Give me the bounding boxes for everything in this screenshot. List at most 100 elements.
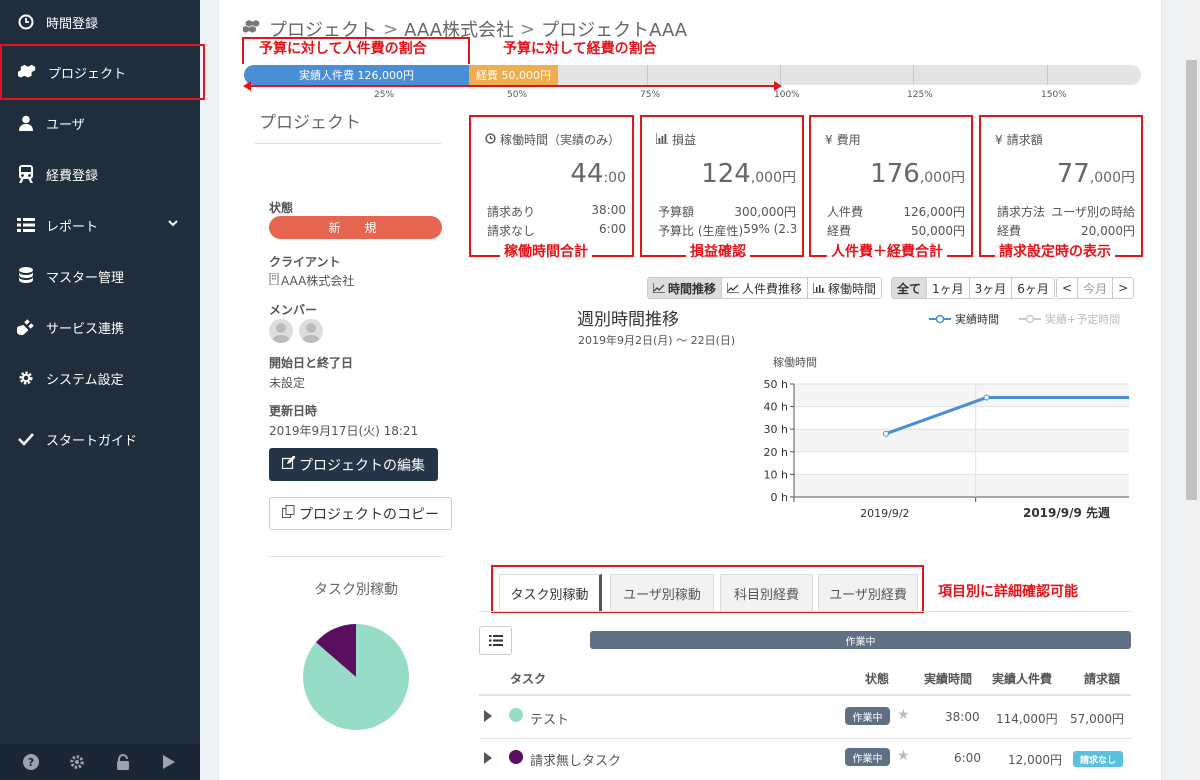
view-labor-trend-button[interactable]: 人件費推移 — [721, 278, 807, 298]
card-row: 経費 50,000円 — [827, 224, 965, 238]
sidebar-item-master[interactable]: マスター管理 — [0, 251, 200, 301]
data-point — [883, 430, 889, 437]
grid-band — [794, 474, 1129, 497]
annotation-profit-check: 損益確認 — [686, 241, 750, 261]
sidebar-item-start-guide[interactable]: スタートガイド — [0, 414, 200, 464]
card-value: 44:00 — [570, 159, 626, 189]
column-header[interactable]: 実績人件費 — [992, 670, 1052, 687]
task-hours: 6:00 — [954, 751, 981, 765]
status-progress-bar: 作業中 — [590, 631, 1131, 649]
client-value[interactable]: AAA株式会社 — [269, 272, 354, 289]
copy-button-label: プロジェクトのコピー — [299, 506, 439, 523]
next-period-button[interactable]: > — [1112, 278, 1133, 298]
expand-icon[interactable] — [484, 710, 492, 725]
task-name[interactable]: テスト — [530, 709, 569, 728]
main-content: プロジェクト > AAA株式会社 > プロジェクトAAA 予算に対して人件費の割… — [218, 0, 1162, 780]
range-3m-button[interactable]: 3ヶ月 — [968, 278, 1012, 298]
task-name[interactable]: 請求無しタスク — [530, 750, 621, 769]
sidebar-item-report[interactable]: レポート — [0, 200, 200, 250]
budget-tick-label: 125% — [907, 90, 933, 100]
card-value: 77,000円 — [1056, 159, 1135, 189]
sidebar-item-user[interactable]: ユーザ — [0, 98, 200, 148]
sidebar-item-label: レポート — [46, 219, 99, 235]
line-chart-icon — [653, 283, 665, 293]
edit-icon — [281, 455, 296, 473]
card-row: 予算比 (生産性)59% (2.38) — [658, 222, 796, 238]
x-tick-label: 2019/9/2 — [860, 507, 909, 520]
sidebar-item-expense[interactable]: 経費登録 — [0, 149, 200, 199]
play-icon[interactable] — [159, 752, 179, 772]
task-status-badge: 作業中 — [845, 707, 890, 725]
budget-tick — [913, 65, 914, 85]
card-title: 費用 — [836, 133, 861, 147]
y-tick-label: 50 h — [764, 378, 788, 391]
edit-project-button[interactable]: プロジェクトの編集 — [269, 448, 438, 481]
tab-user-expense[interactable]: ユーザ別経費 — [818, 574, 918, 612]
column-header[interactable]: 請求額 — [1084, 670, 1120, 687]
star-icon[interactable]: ★ — [897, 707, 910, 723]
database-icon — [16, 266, 36, 286]
sidebar-item-time-entry[interactable]: 時間登録 — [0, 0, 200, 47]
settings-icon[interactable] — [67, 752, 87, 772]
grid-band — [794, 429, 1129, 452]
annotation-cost-total: 人件費＋経費合計 — [827, 241, 947, 261]
sidebar-item-label: ユーザ — [46, 117, 85, 133]
updated-label: 更新日時 — [269, 404, 318, 418]
divider — [255, 143, 441, 144]
tab-task-hours[interactable]: タスク別稼動 — [499, 574, 602, 612]
column-header[interactable]: タスク — [510, 670, 546, 687]
scrollbar-thumb[interactable] — [1186, 60, 1197, 500]
task-status-badge: 作業中 — [845, 748, 890, 766]
annotation-detail-check: 項目別に詳細確認可能 — [938, 584, 1078, 600]
table-header-line — [479, 694, 1131, 696]
card-title: 稼働時間（実績のみ） — [500, 133, 621, 147]
no-billing-badge: 請求なし — [1073, 751, 1123, 767]
card-value: 124,000円 — [701, 159, 796, 189]
card-title: 損益 — [672, 133, 697, 147]
copy-project-button[interactable]: プロジェクトのコピー — [269, 497, 452, 530]
column-header[interactable]: 状態 — [865, 670, 889, 687]
range-all-button[interactable]: 全て — [892, 278, 927, 298]
current-month-button[interactable]: 今月 — [1077, 278, 1112, 298]
legend-marker — [929, 314, 951, 324]
building-icon — [269, 272, 279, 288]
sidebar: 時間登録 プロジェクト ユーザ 経費登録 レポート マスター管理 サービス連携 … — [0, 0, 205, 780]
row-divider — [479, 738, 1131, 739]
tab-category-expense[interactable]: 科目別経費 — [720, 574, 813, 612]
range-1m-button[interactable]: 1ヶ月 — [926, 278, 969, 298]
task-labor: 114,000円 — [996, 712, 1058, 726]
lock-icon[interactable] — [113, 752, 133, 772]
sidebar-item-integration[interactable]: サービス連携 — [0, 302, 200, 352]
star-icon[interactable]: ★ — [897, 748, 910, 764]
avatar[interactable] — [299, 319, 323, 343]
sidebar-item-label: スタートガイド — [46, 433, 138, 449]
dates-value: 未設定 — [269, 376, 306, 390]
tab-user-hours[interactable]: ユーザ別稼動 — [610, 574, 714, 612]
sidebar-item-label: プロジェクト — [48, 66, 127, 82]
prev-period-button[interactable]: < — [1057, 278, 1077, 298]
help-icon[interactable]: ? — [21, 752, 41, 772]
sidebar-item-system-settings[interactable]: システム設定 — [0, 353, 200, 403]
list-view-button[interactable] — [479, 626, 512, 655]
view-hours-button[interactable]: 稼働時間 — [807, 278, 881, 298]
avatar[interactable] — [269, 319, 293, 343]
budget-tick-label: 50% — [507, 90, 528, 100]
card-row: 経費 20,000円 — [997, 224, 1135, 238]
scrollbar[interactable] — [1183, 0, 1200, 780]
annotation-labor-ratio: 予算に対して人件費の割合 — [259, 41, 427, 57]
pie-chart-title: タスク別稼動 — [314, 582, 398, 598]
column-header[interactable]: 実績時間 — [924, 670, 972, 687]
bar-chart-icon — [655, 132, 668, 147]
client-label: クライアント — [269, 255, 341, 269]
view-time-trend-button[interactable]: 時間推移 — [648, 278, 722, 298]
card-cost: ¥ 費用 176,000円 人件費 126,000円 経費 50,000円 — [809, 115, 973, 257]
legend-actual[interactable]: 実績時間 — [929, 311, 999, 327]
y-axis-title: 稼働時間 — [773, 355, 817, 369]
svg-text:?: ? — [28, 756, 34, 769]
legend-planned[interactable]: 実績+予定時間 — [1019, 311, 1120, 327]
expand-icon[interactable] — [484, 752, 492, 767]
members-label: メンバー — [269, 303, 318, 317]
sidebar-item-project[interactable]: プロジェクト — [0, 44, 205, 100]
range-6m-button[interactable]: 6ヶ月 — [1011, 278, 1054, 298]
card-row: 人件費 126,000円 — [827, 205, 965, 219]
